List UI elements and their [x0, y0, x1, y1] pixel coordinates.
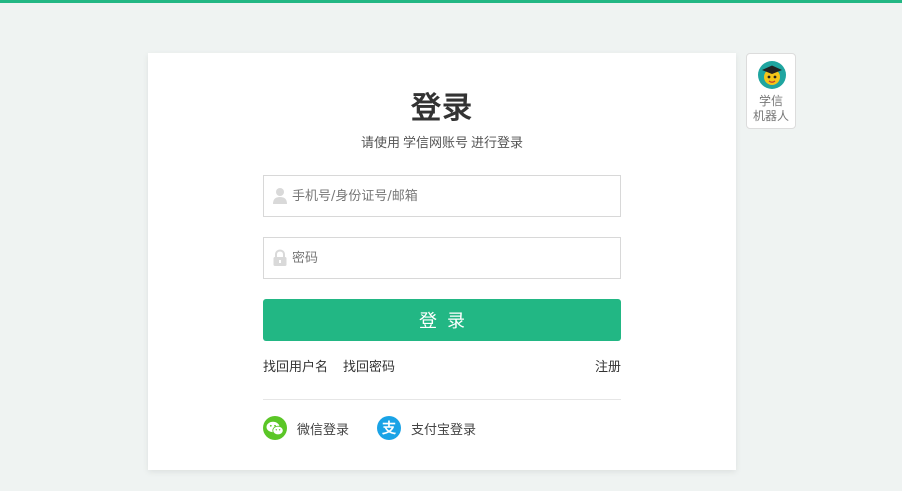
wechat-icon — [263, 416, 287, 440]
username-field[interactable] — [263, 175, 621, 217]
find-username-link[interactable]: 找回用户名 — [263, 358, 328, 378]
robot-label-line1: 学信 — [758, 94, 783, 108]
alipay-icon: 支 — [377, 416, 401, 440]
login-button[interactable]: 登录 — [263, 299, 621, 341]
login-card: 登录 请使用学信网账号进行登录 登录 找回用户名 找回密码 注册 — [148, 53, 736, 470]
user-icon — [273, 188, 287, 204]
subtitle-prefix: 请使用 — [360, 136, 400, 151]
alipay-login-label: 支付宝登录 — [411, 422, 477, 438]
find-password-link[interactable]: 找回密码 — [343, 358, 395, 378]
top-accent-bar — [0, 0, 902, 3]
robot-avatar-icon — [758, 61, 786, 89]
divider — [263, 399, 621, 400]
wechat-login-button[interactable]: 微信登录 — [263, 415, 349, 441]
alipay-login-button[interactable]: 支 支付宝登录 — [377, 415, 476, 441]
username-input[interactable] — [292, 176, 620, 216]
chat-robot-button[interactable]: 学信 机器人 — [746, 53, 796, 129]
account-links: 找回用户名 找回密码 注册 — [263, 358, 621, 378]
password-input[interactable] — [292, 238, 620, 278]
password-field[interactable] — [263, 237, 621, 279]
subtitle-brand: 学信网账号 — [402, 136, 468, 151]
register-link[interactable]: 注册 — [595, 358, 621, 378]
subtitle-suffix: 进行登录 — [471, 136, 524, 151]
login-subtitle: 请使用 学信网账号 进行登录 — [148, 135, 736, 153]
robot-label-line2: 机器人 — [752, 109, 789, 123]
robot-label: 学信 机器人 — [747, 94, 795, 124]
page-title: 登录 — [411, 91, 473, 126]
wechat-login-label: 微信登录 — [297, 422, 350, 438]
lock-icon — [273, 249, 287, 266]
